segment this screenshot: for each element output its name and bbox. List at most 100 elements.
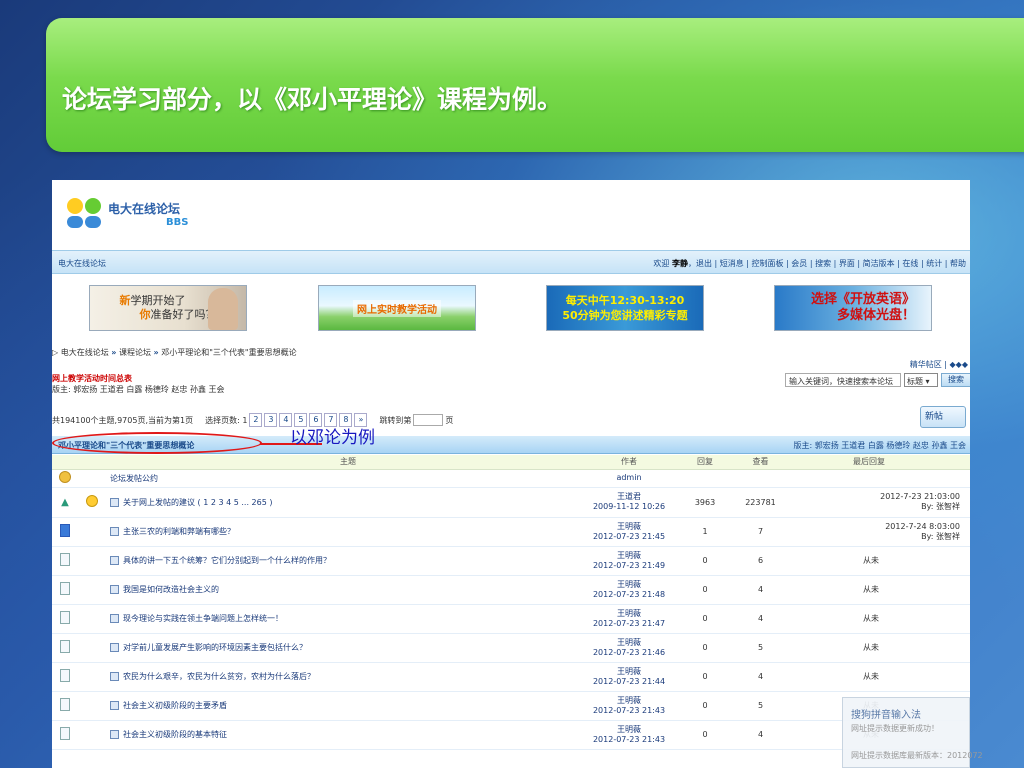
topic-date: 2012-07-23 21:47 (592, 618, 666, 628)
topic-title[interactable]: 社会主义初级阶段的主要矛盾 (123, 701, 227, 710)
topic-title[interactable]: 关于网上发帖的建议 (123, 498, 195, 507)
topic-expand-icon[interactable] (110, 497, 119, 507)
topic-status-icon (60, 669, 70, 682)
ad-banner-open-english[interactable]: 选择《开放英语》 多媒体光盘！ (774, 285, 932, 331)
topic-author[interactable]: 王明薇 (586, 580, 672, 590)
topic-title[interactable]: 主张三农的利端和弊端有哪些？ (123, 527, 235, 536)
topic-title[interactable]: 论坛发帖公约 (106, 469, 586, 488)
ad-banner-live-teaching[interactable]: 网上实时教学活动 (318, 285, 476, 331)
view-count: 4 (738, 575, 783, 605)
topic-title[interactable]: 对学前儿童发展产生影响的环境因素主要包括什么？ (123, 643, 307, 652)
table-row[interactable]: 对学前儿童发展产生影响的环境因素主要包括什么？ 王明薇 2012-07-23 21… (52, 633, 970, 663)
view-count: 4 (738, 720, 783, 750)
topic-date: 2012-07-23 21:45 (592, 531, 666, 541)
topic-expand-icon[interactable] (110, 643, 119, 652)
last-reply-time[interactable]: 2012-7-24 8:03:00 (783, 522, 960, 532)
search-button[interactable]: 搜索 (941, 373, 970, 387)
topic-expand-icon[interactable] (110, 701, 119, 710)
ime-footer: 网址提示数据库最新版本：2012072 (851, 751, 983, 760)
topic-author[interactable]: 王明薇 (586, 638, 672, 648)
topic-author[interactable]: admin (586, 469, 672, 488)
table-row[interactable]: 农民为什么艰辛，农民为什么贫穷，农村为什么落后？ 王明薇 2012-07-23 2… (52, 662, 970, 692)
topic-status-icon (60, 611, 70, 624)
breadcrumb-item-forum[interactable]: 邓小平理论和"三个代表"重要思想概论 (161, 348, 296, 357)
col-header-author: 作者 (586, 455, 672, 470)
notice-link[interactable]: 网上教学活动时间总表 (52, 373, 225, 384)
table-row[interactable]: 主张三农的利端和弊端有哪些？ 王明薇 2012-07-23 21:45 1 7 2… (52, 517, 970, 547)
topic-title[interactable]: 具体的讲一下五个统筹？它们分别起到一个什么样的作用？ (123, 556, 331, 565)
best-posts-link[interactable]: 精华帖区 | ◆◆◆ (910, 359, 968, 370)
table-row[interactable]: 我国是如何改造社会主义的 王明薇 2012-07-23 21:48 0 4 从未 (52, 575, 970, 605)
table-row[interactable]: 具体的讲一下五个统筹？它们分别起到一个什么样的作用？ 王明薇 2012-07-23… (52, 546, 970, 576)
ad-banner-daily-lecture[interactable]: 每天中午12:30-13:20 50分钟为您讲述精彩专题 (546, 285, 704, 331)
forum-header-moderators: 版主: 郭宏扬 王道君 白露 杨德玲 赵忠 孙鑫 王会 (793, 441, 967, 450)
topic-date: 2012-07-23 21:48 (592, 589, 666, 599)
col-header-last-reply: 最后回复 (783, 455, 970, 470)
topic-expand-icon[interactable] (110, 672, 119, 681)
search-input[interactable]: 输入关键词，快速搜索本论坛 (785, 373, 901, 387)
table-row[interactable]: 现今理论与实践在领土争端问题上怎样统一！ 王明薇 2012-07-23 21:47… (52, 604, 970, 634)
view-count: 4 (738, 604, 783, 634)
search-type-select[interactable]: 标题 ▾ (904, 373, 938, 387)
view-count: 5 (738, 691, 783, 721)
topic-title[interactable]: 我国是如何改造社会主义的 (123, 585, 219, 594)
ime-subtitle: 网址提示数据更新成功！ (851, 724, 939, 733)
ime-notification-popup[interactable]: 搜狗拼音输入法 网址提示数据更新成功！ 网址提示数据库最新版本：2012072 (842, 697, 983, 768)
announcement-icon (59, 471, 71, 483)
topic-author[interactable]: 王明薇 (586, 522, 672, 532)
new-post-button[interactable]: 新帖 (920, 406, 966, 428)
view-count: 5 (738, 633, 783, 663)
pager-summary: 共194100个主题,9705页,当前为第1页 (52, 415, 194, 425)
nav-home-link[interactable]: 电大在线论坛 (58, 258, 106, 269)
breadcrumb-item-course[interactable]: 课程论坛 (119, 348, 151, 357)
topic-status-icon (60, 640, 70, 653)
breadcrumb-icon: ▷ (52, 348, 59, 357)
reply-count: 0 (672, 633, 738, 663)
table-row-rules[interactable]: 论坛发帖公约 admin (52, 469, 970, 488)
topic-author[interactable]: 王道君 (586, 492, 672, 502)
chevron-down-icon: ▾ (923, 377, 930, 386)
topic-page-links[interactable]: ( 1 2 3 4 5 ... 265 ) (198, 498, 273, 507)
topic-author[interactable]: 王明薇 (586, 667, 672, 677)
last-reply-time[interactable]: 2012-7-23 21:03:00 (783, 492, 960, 502)
topic-expand-icon[interactable] (110, 585, 119, 594)
topic-author[interactable]: 王明薇 (586, 609, 672, 619)
col-header-title: 主题 (106, 455, 586, 470)
people-logo-icon (67, 198, 101, 228)
col-header-replies: 回复 (672, 455, 738, 470)
ad1-text: 新学期开始了 你准备好了吗？ (119, 294, 217, 321)
nav-username[interactable]: 李静 (672, 259, 688, 268)
breadcrumb-item-home[interactable]: 电大在线论坛 (61, 348, 109, 357)
topic-author[interactable]: 王明薇 (586, 551, 672, 561)
reply-count: 1 (672, 517, 738, 547)
topic-title[interactable]: 农民为什么艰辛，农民为什么贫穷，农村为什么落后？ (123, 672, 315, 681)
topic-expand-icon[interactable] (110, 614, 119, 623)
topic-expand-icon[interactable] (110, 730, 119, 739)
view-count: 223781 (738, 487, 783, 518)
emoticon-icon (86, 495, 98, 507)
last-reply-by[interactable]: By: 张智祥 (783, 532, 960, 542)
jump-page-input[interactable] (413, 414, 444, 426)
table-row[interactable]: ▲ 关于网上发帖的建议 ( 1 2 3 4 5 ... 265 ) 王道君 200… (52, 487, 970, 518)
topic-title[interactable]: 社会主义初级阶段的基本特征 (123, 730, 227, 739)
table-row[interactable]: 社会主义初级阶段的基本特征 王明薇2012-07-23 21:43 0 4 从未 (52, 720, 970, 750)
topic-expand-icon[interactable] (110, 556, 119, 565)
topic-expand-icon[interactable] (110, 527, 119, 536)
page-link[interactable]: 2 (249, 413, 263, 427)
topic-author[interactable]: 王明薇 (586, 696, 672, 706)
last-reply-by[interactable]: By: 张智祥 (783, 502, 960, 512)
topic-table: 主题 作者 回复 查看 最后回复 论坛发帖公约 admin ▲ 关于网上发帖的建… (52, 455, 970, 750)
topic-title[interactable]: 现今理论与实践在领土争端问题上怎样统一！ (123, 614, 283, 623)
slide-title: 论坛学习部分，以《邓小平理论》课程为例。 (62, 85, 563, 114)
annotation-label: 以邓论为例 (290, 428, 375, 448)
nav-links[interactable]: ，退出 | 短消息 | 控制面板 | 会员 | 搜索 | 界面 | 简洁版本 |… (688, 259, 966, 268)
topic-status-icon (60, 582, 70, 595)
page-link[interactable]: 3 (264, 413, 278, 427)
table-row[interactable]: 社会主义初级阶段的主要矛盾 王明薇2012-07-23 21:43 0 5 从未 (52, 691, 970, 721)
ad3-text: 每天中午12:30-13:20 50分钟为您讲述精彩专题 (562, 294, 688, 322)
last-reply-none: 从未 (783, 662, 970, 692)
topic-status-icon (60, 698, 70, 711)
ad-banner-new-semester[interactable]: 新学期开始了 你准备好了吗？ (89, 285, 247, 331)
reply-count: 0 (672, 604, 738, 634)
topic-author[interactable]: 王明薇 (586, 725, 672, 735)
